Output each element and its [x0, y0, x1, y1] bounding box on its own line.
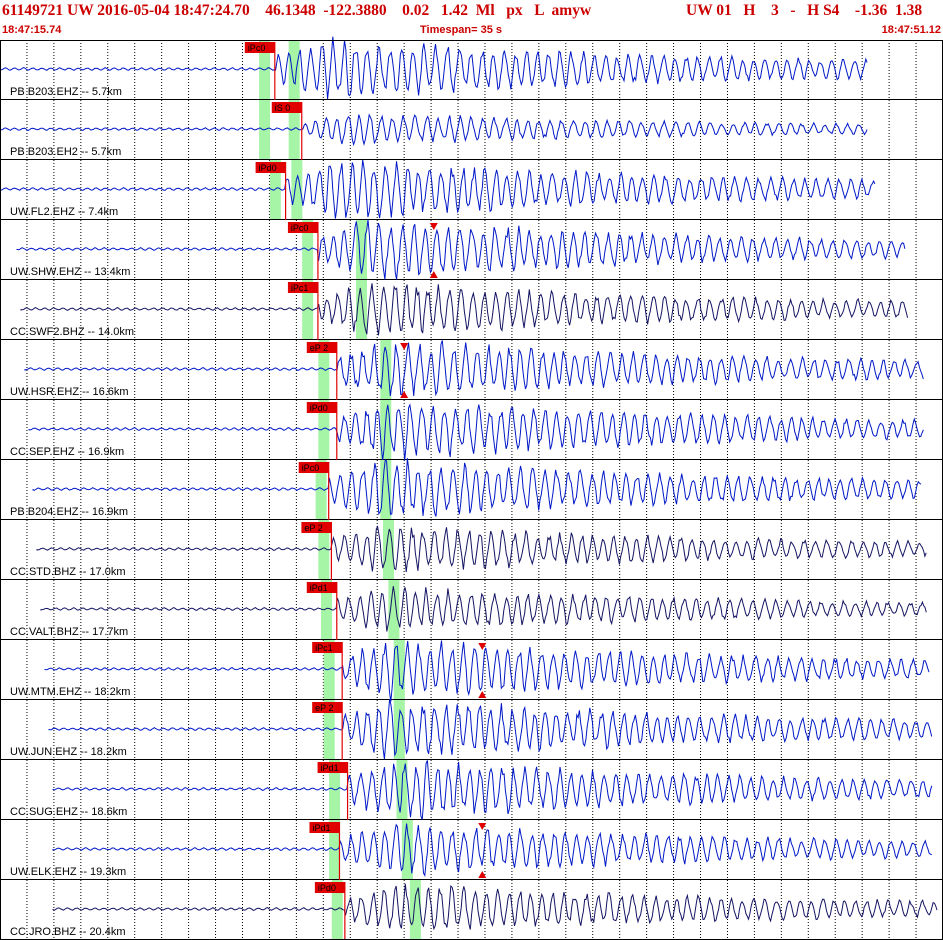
seismic-trace[interactable]	[36, 525, 927, 573]
seismic-trace[interactable]	[0, 113, 868, 147]
phase-pick-label: eP 2	[310, 343, 328, 353]
seismic-trace[interactable]	[52, 760, 933, 820]
station-label: CC.VALT.BHZ -- 17.7km	[10, 626, 128, 638]
s-window-band	[380, 460, 392, 520]
phase-pick-label: iPd1	[321, 763, 339, 773]
station-label: CC.SUG.EHZ -- 18.6km	[10, 806, 127, 818]
phase-pick-label: iPd1	[312, 823, 330, 833]
seismic-trace[interactable]	[28, 403, 924, 461]
seismic-trace[interactable]	[44, 640, 930, 702]
station-label: PB B204.EHZ -- 16.9km	[10, 506, 128, 518]
phase-pick-label: iPd0	[318, 883, 336, 893]
seismogram-panel[interactable]: iPc0 PB B203.EHZ -- 5.7km iS 0 PB B203.EH2 …	[0, 0, 943, 940]
station-label: PB B203.EHZ -- 5.7km	[10, 86, 122, 98]
seismic-trace[interactable]	[0, 159, 876, 219]
station-label: CC.STD.BHZ -- 17.0km	[10, 566, 126, 578]
phase-pick-label: iPc1	[291, 283, 309, 293]
s-window-band	[409, 880, 421, 940]
station-label: PB B203.EH2 -- 5.7km	[10, 146, 121, 158]
seismic-trace[interactable]	[52, 883, 938, 931]
seismic-trace[interactable]	[40, 586, 927, 632]
phase-pick-label: iPd1	[310, 583, 328, 593]
station-label: UW.JUN.EHZ -- 18.2km	[10, 746, 127, 758]
s-window-band	[288, 40, 300, 100]
station-label: UW.MTM.EHZ -- 18.2km	[10, 686, 130, 698]
seismic-trace[interactable]	[24, 340, 924, 397]
phase-pick-label: iPc0	[291, 223, 309, 233]
s-arrival-marker[interactable]	[400, 343, 409, 350]
seismic-trace[interactable]	[16, 219, 906, 280]
station-label: CC.SWF2.BHZ -- 14.0km	[10, 326, 134, 338]
station-label: UW.FL2.EHZ -- 7.4km	[10, 206, 118, 218]
station-label: CC.JRO.BHZ -- 20.4km	[10, 926, 126, 938]
station-label: UW.HSR.EHZ -- 16.6km	[10, 386, 129, 398]
phase-pick-label: iPc0	[302, 463, 320, 473]
phase-pick-label: iPd0	[310, 403, 328, 413]
station-label: UW.ELK.EHZ -- 19.3km	[10, 866, 126, 878]
seismic-trace[interactable]	[32, 458, 922, 517]
seismic-trace[interactable]	[48, 699, 933, 760]
phase-pick-label: iPc1	[315, 643, 333, 653]
phase-pick-label: eP 2	[304, 523, 322, 533]
phase-pick-label: iPc0	[248, 43, 266, 53]
seismic-trace[interactable]	[20, 283, 909, 336]
phase-pick-label: iPd0	[259, 163, 277, 173]
seismic-trace[interactable]	[0, 36, 868, 100]
s-window-band	[393, 700, 405, 760]
phase-pick-label: iS 0	[275, 103, 291, 113]
phase-pick-label: eP 2	[315, 703, 333, 713]
station-label: CC.SEP.EHZ -- 16.9km	[10, 446, 124, 458]
seismic-trace[interactable]	[52, 823, 932, 878]
station-label: UW.SHW.EHZ -- 13.4km	[10, 266, 130, 278]
